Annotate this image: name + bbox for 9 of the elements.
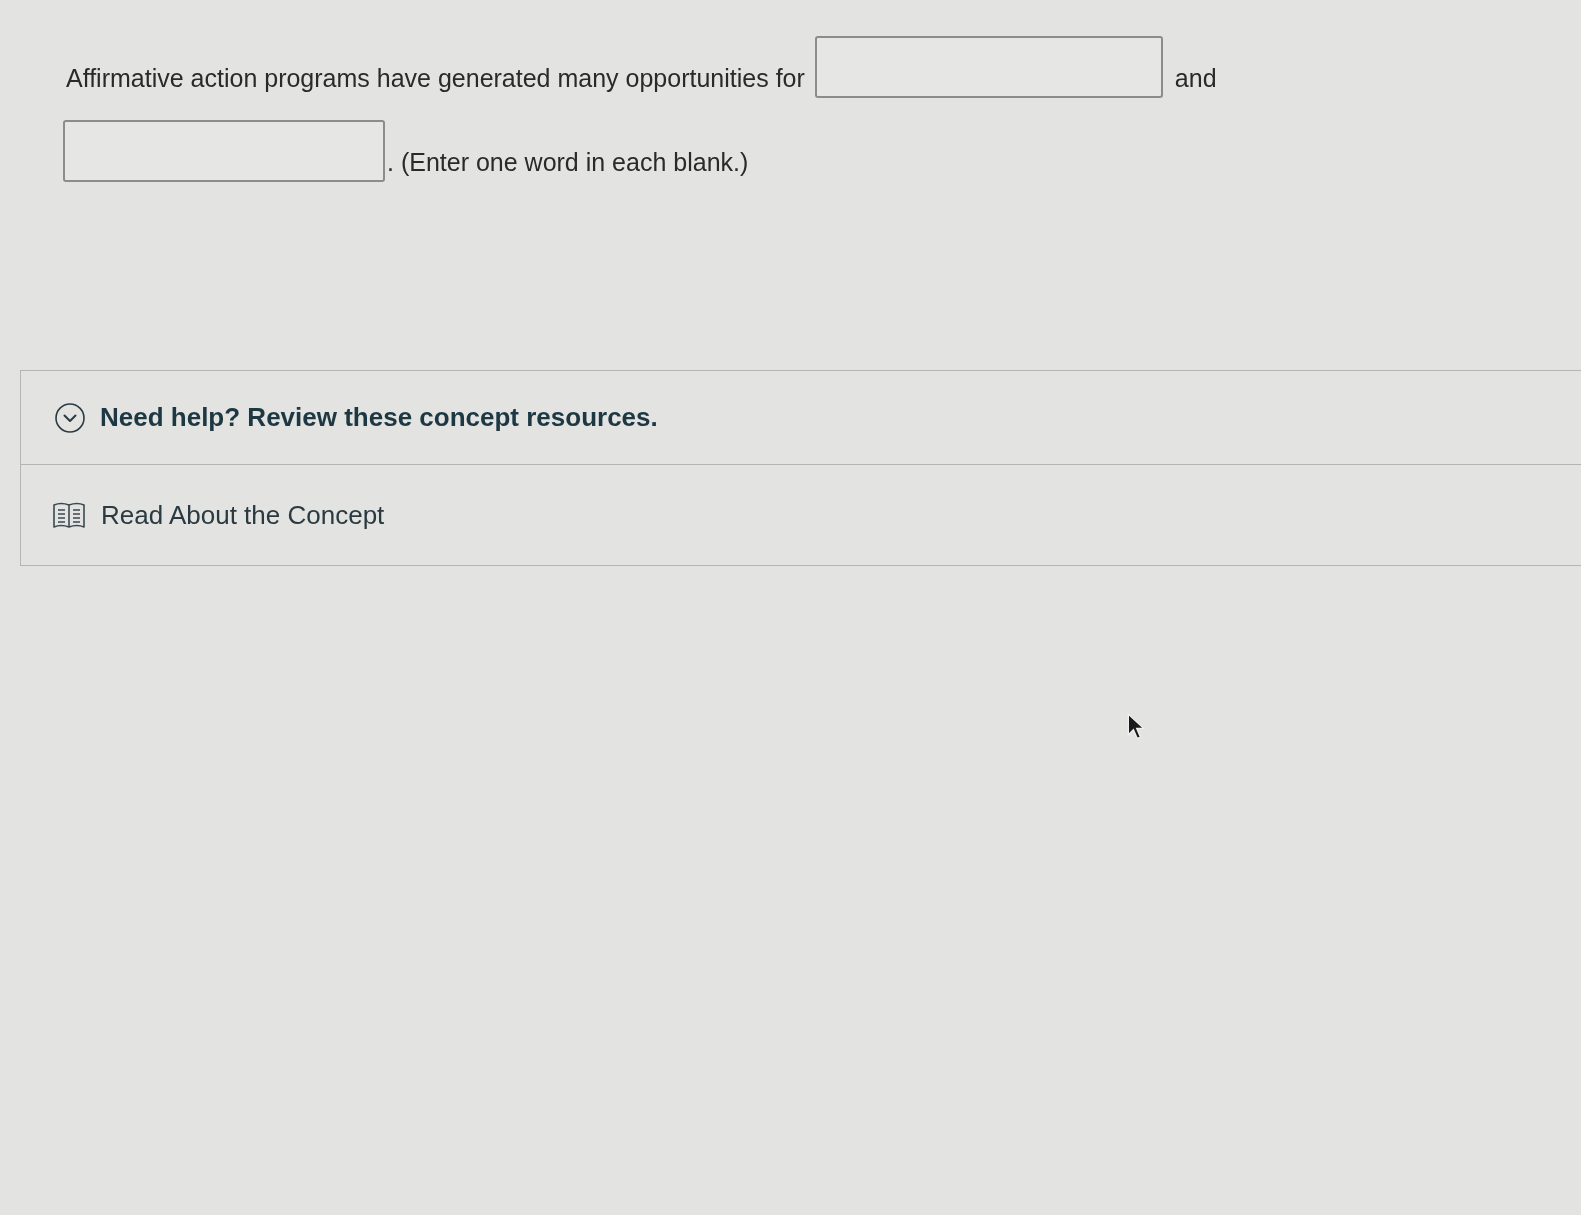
question-text: Affirmative action programs have generated many opportunities for [66, 64, 805, 92]
answer-box[interactable] [63, 120, 385, 182]
question-text: and [1174, 64, 1217, 92]
question-text: . (Enter one word in each blank.) [387, 148, 749, 176]
answer-box[interactable] [814, 36, 1163, 98]
help-toggle[interactable]: Need help? Review these concept resources. [21, 371, 1581, 465]
cursor-icon [1127, 713, 1145, 741]
book-icon [53, 502, 85, 528]
resource-link[interactable]: Read About the Concept [53, 499, 385, 531]
